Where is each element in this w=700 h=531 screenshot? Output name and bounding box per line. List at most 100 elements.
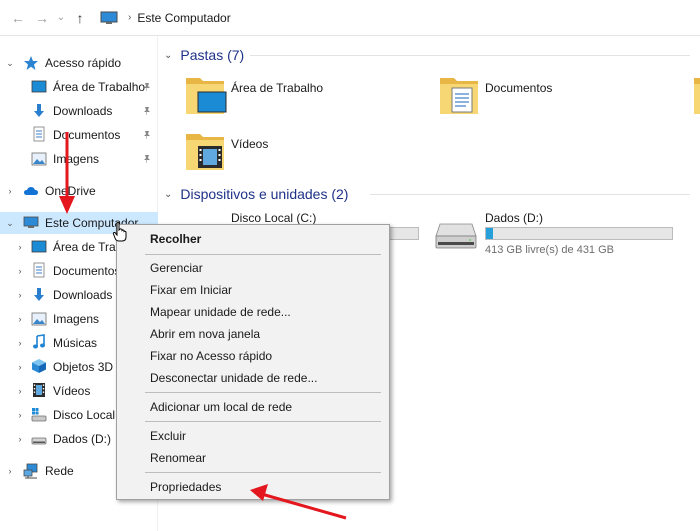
sidebar-item-label: Downloads [53, 288, 113, 302]
sidebar-item-onedrive[interactable]: › OneDrive [0, 180, 158, 202]
sidebar-item-quick-documents[interactable]: Documentos [0, 124, 158, 146]
section-divider [250, 55, 690, 56]
download-icon [34, 104, 44, 117]
drive-label: Disco Local (C:) [231, 211, 317, 225]
chevron-down-icon: ⌄ [56, 12, 66, 23]
sidebar-item-label: Acesso rápido [45, 56, 122, 70]
chevron-collapsed-icon[interactable]: › [15, 242, 25, 252]
windows-drive-icon [31, 408, 47, 422]
drive-free-space: 413 GB livre(s) de 431 GB [485, 244, 615, 256]
folder-label: Área de Trabalho [231, 81, 324, 95]
breadcrumb[interactable]: › Este Computador [100, 11, 231, 25]
menu-item-open-new-window[interactable]: Abrir em nova janela [117, 323, 389, 345]
chevron-collapsed-icon[interactable]: › [15, 290, 25, 300]
drive-usage-fill [486, 228, 494, 239]
cube-icon [32, 359, 46, 373]
breadcrumb-item[interactable]: Este Computador [137, 11, 230, 25]
hand-cursor-icon [112, 222, 127, 242]
folder-item-music[interactable] [692, 72, 700, 122]
drive-item-data[interactable]: Dados (D:) 413 GB livre(s) de 431 GB [434, 208, 694, 258]
menu-item-manage[interactable]: Gerenciar [117, 257, 389, 279]
computer-icon [23, 216, 39, 228]
up-button[interactable]: ↑ [68, 6, 92, 30]
up-arrow-icon: ↑ [76, 9, 84, 26]
folder-item-desktop[interactable]: Área de Trabalho [184, 72, 404, 122]
section-divider [370, 194, 690, 195]
section-title: Dispositivos e unidades (2) [180, 186, 349, 202]
chevron-expanded-icon[interactable]: ⌄ [164, 189, 172, 200]
pin-icon [144, 155, 150, 163]
menu-item-properties[interactable]: Propriedades [117, 476, 389, 498]
sidebar-item-label: Objetos 3D [53, 360, 114, 374]
videos-folder-icon [186, 134, 224, 170]
chevron-collapsed-icon[interactable]: › [15, 266, 25, 276]
menu-separator [145, 472, 381, 473]
sidebar-item-label: Imagens [53, 152, 100, 166]
pin-icon [144, 131, 150, 139]
menu-item-map-network-drive[interactable]: Mapear unidade de rede... [117, 301, 389, 323]
address-bar: ← → ⌄ ↑ › Este Computador [0, 0, 700, 36]
menu-item-rename[interactable]: Renomear [117, 447, 389, 469]
folders-section-header[interactable]: ⌄ Pastas (7) [160, 45, 244, 65]
sidebar-item-quick-access[interactable]: ⌄ Acesso rápido [0, 52, 158, 74]
chevron-expanded-icon[interactable]: ⌄ [164, 50, 172, 61]
pin-icon [144, 83, 150, 91]
section-title: Pastas (7) [180, 47, 245, 63]
chevron-collapsed-icon[interactable]: › [5, 466, 15, 476]
chevron-expanded-icon[interactable]: ⌄ [5, 58, 15, 68]
back-button[interactable]: ← [6, 6, 30, 30]
menu-item-add-network-location[interactable]: Adicionar um local de rede [117, 396, 389, 418]
folder-label: Documentos [485, 81, 553, 95]
pictures-icon [31, 312, 47, 326]
menu-item-collapse[interactable]: Recolher [117, 228, 389, 250]
sidebar-item-label: Imagens [53, 312, 100, 326]
forward-button[interactable]: → [30, 6, 54, 30]
document-icon [33, 126, 45, 142]
folder-label: Vídeos [231, 137, 269, 151]
sidebar-item-quick-pictures[interactable]: Imagens [0, 148, 158, 170]
desktop-icon [31, 80, 47, 93]
star-icon [24, 56, 38, 70]
document-icon [33, 262, 45, 278]
folder-item-videos[interactable]: Vídeos [184, 128, 404, 178]
pictures-icon [31, 152, 47, 166]
sidebar-item-quick-downloads[interactable]: Downloads [0, 100, 158, 122]
context-menu: Recolher Gerenciar Fixar em Iniciar Mape… [116, 224, 390, 500]
chevron-collapsed-icon[interactable]: › [15, 362, 25, 372]
chevron-collapsed-icon[interactable]: › [15, 386, 25, 396]
breadcrumb-separator-icon: › [128, 12, 132, 23]
chevron-collapsed-icon[interactable]: › [15, 338, 25, 348]
drive-label: Dados (D:) [485, 211, 544, 225]
menu-separator [145, 421, 381, 422]
sidebar-item-label: Rede [45, 464, 74, 478]
network-icon [23, 463, 38, 479]
sidebar-item-label: Vídeos [53, 384, 91, 398]
menu-item-pin-to-start[interactable]: Fixar em Iniciar [117, 279, 389, 301]
recent-locations-button[interactable]: ⌄ [54, 6, 68, 30]
documents-folder-icon [440, 78, 478, 114]
sidebar-item-label: OneDrive [45, 184, 96, 198]
cloud-icon [24, 187, 38, 195]
menu-item-delete[interactable]: Excluir [117, 425, 389, 447]
sidebar-item-label: Área de Trabalho [53, 80, 146, 94]
back-arrow-icon: ← [11, 9, 25, 26]
chevron-collapsed-icon[interactable]: › [15, 314, 25, 324]
download-icon [34, 288, 44, 301]
menu-item-disconnect-network-drive[interactable]: Desconectar unidade de rede... [117, 367, 389, 389]
pin-icon [144, 107, 150, 115]
sidebar-item-label: Músicas [53, 336, 98, 350]
chevron-collapsed-icon[interactable]: › [15, 410, 25, 420]
sidebar-item-label: Downloads [53, 104, 113, 118]
film-icon [33, 383, 45, 397]
sidebar-item-label: Dados (D:) [53, 432, 112, 446]
sidebar-item-label: Documentos [53, 128, 121, 142]
menu-item-pin-quick-access[interactable]: Fixar no Acesso rápido [117, 345, 389, 367]
folder-item-documents[interactable]: Documentos [438, 72, 658, 122]
sidebar-item-quick-desktop[interactable]: Área de Trabalho [0, 76, 158, 98]
chevron-expanded-icon[interactable]: ⌄ [5, 218, 15, 228]
desktop-folder-icon [186, 78, 227, 114]
forward-arrow-icon: → [35, 9, 49, 26]
devices-section-header[interactable]: ⌄ Dispositivos e unidades (2) [160, 184, 348, 204]
chevron-collapsed-icon[interactable]: › [15, 434, 25, 444]
chevron-collapsed-icon[interactable]: › [5, 186, 15, 196]
